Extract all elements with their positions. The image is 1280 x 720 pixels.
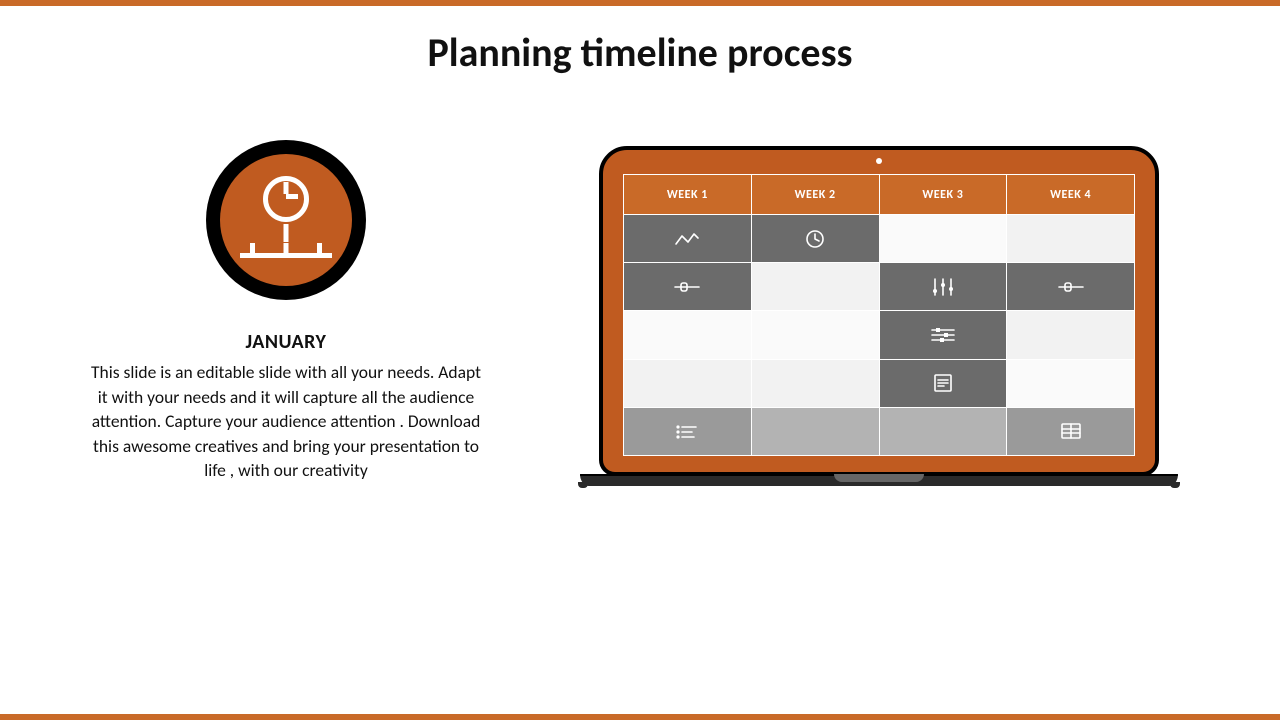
top-accent-bar — [0, 0, 1280, 6]
sliders-h-icon — [930, 325, 956, 344]
month-badge — [206, 140, 366, 300]
week-header: WEEK 3 — [879, 175, 1007, 215]
timeline-clock-icon — [220, 154, 352, 286]
empty-cell — [1007, 215, 1135, 263]
slider-cell — [624, 263, 752, 311]
empty-cell — [1007, 359, 1135, 407]
laptop-lid: WEEK 1 WEEK 2 WEEK 3 WEEK 4 — [599, 146, 1159, 476]
clock-icon — [804, 228, 826, 247]
empty-cell — [624, 359, 752, 407]
empty-cell — [879, 407, 1007, 455]
clock-cell — [751, 215, 879, 263]
bottom-accent-bar — [0, 714, 1280, 720]
week-grid: WEEK 1 WEEK 2 WEEK 3 WEEK 4 — [623, 174, 1135, 456]
slider-icon — [673, 277, 701, 296]
bars-cell — [879, 263, 1007, 311]
empty-cell — [624, 311, 752, 359]
sliders-h-cell — [879, 311, 1007, 359]
week-header: WEEK 2 — [751, 175, 879, 215]
empty-cell — [1007, 311, 1135, 359]
laptop-screen: WEEK 1 WEEK 2 WEEK 3 WEEK 4 — [623, 174, 1135, 456]
empty-cell — [751, 311, 879, 359]
grid-row — [624, 359, 1135, 407]
line-chart-icon — [674, 229, 700, 248]
list-icon — [674, 422, 700, 441]
document-icon — [932, 373, 954, 392]
week-header: WEEK 1 — [624, 175, 752, 215]
camera-dot-icon — [876, 158, 882, 164]
empty-cell — [751, 359, 879, 407]
laptop-notch — [834, 474, 924, 482]
empty-cell — [751, 263, 879, 311]
grid-row — [624, 407, 1135, 455]
empty-cell — [879, 215, 1007, 263]
bars-icon — [931, 277, 955, 296]
columns-icon — [1059, 421, 1083, 440]
week-header: WEEK 4 — [1007, 175, 1135, 215]
empty-cell — [751, 407, 879, 455]
list-cell — [624, 407, 752, 455]
slider-cell — [1007, 263, 1135, 311]
laptop-base — [580, 474, 1178, 486]
line-chart-cell — [624, 215, 752, 263]
month-description: This slide is an editable slide with all… — [86, 360, 486, 483]
page-title: Planning timeline process — [0, 28, 1280, 77]
document-cell — [879, 359, 1007, 407]
week-header-row: WEEK 1 WEEK 2 WEEK 3 WEEK 4 — [624, 175, 1135, 215]
grid-row — [624, 311, 1135, 359]
slider-icon — [1057, 277, 1085, 296]
month-panel: JANUARY This slide is an editable slide … — [86, 140, 486, 483]
grid-row — [624, 215, 1135, 263]
columns-cell — [1007, 407, 1135, 455]
month-heading: JANUARY — [246, 330, 327, 354]
grid-row — [624, 263, 1135, 311]
laptop-graphic: WEEK 1 WEEK 2 WEEK 3 WEEK 4 — [580, 146, 1178, 486]
